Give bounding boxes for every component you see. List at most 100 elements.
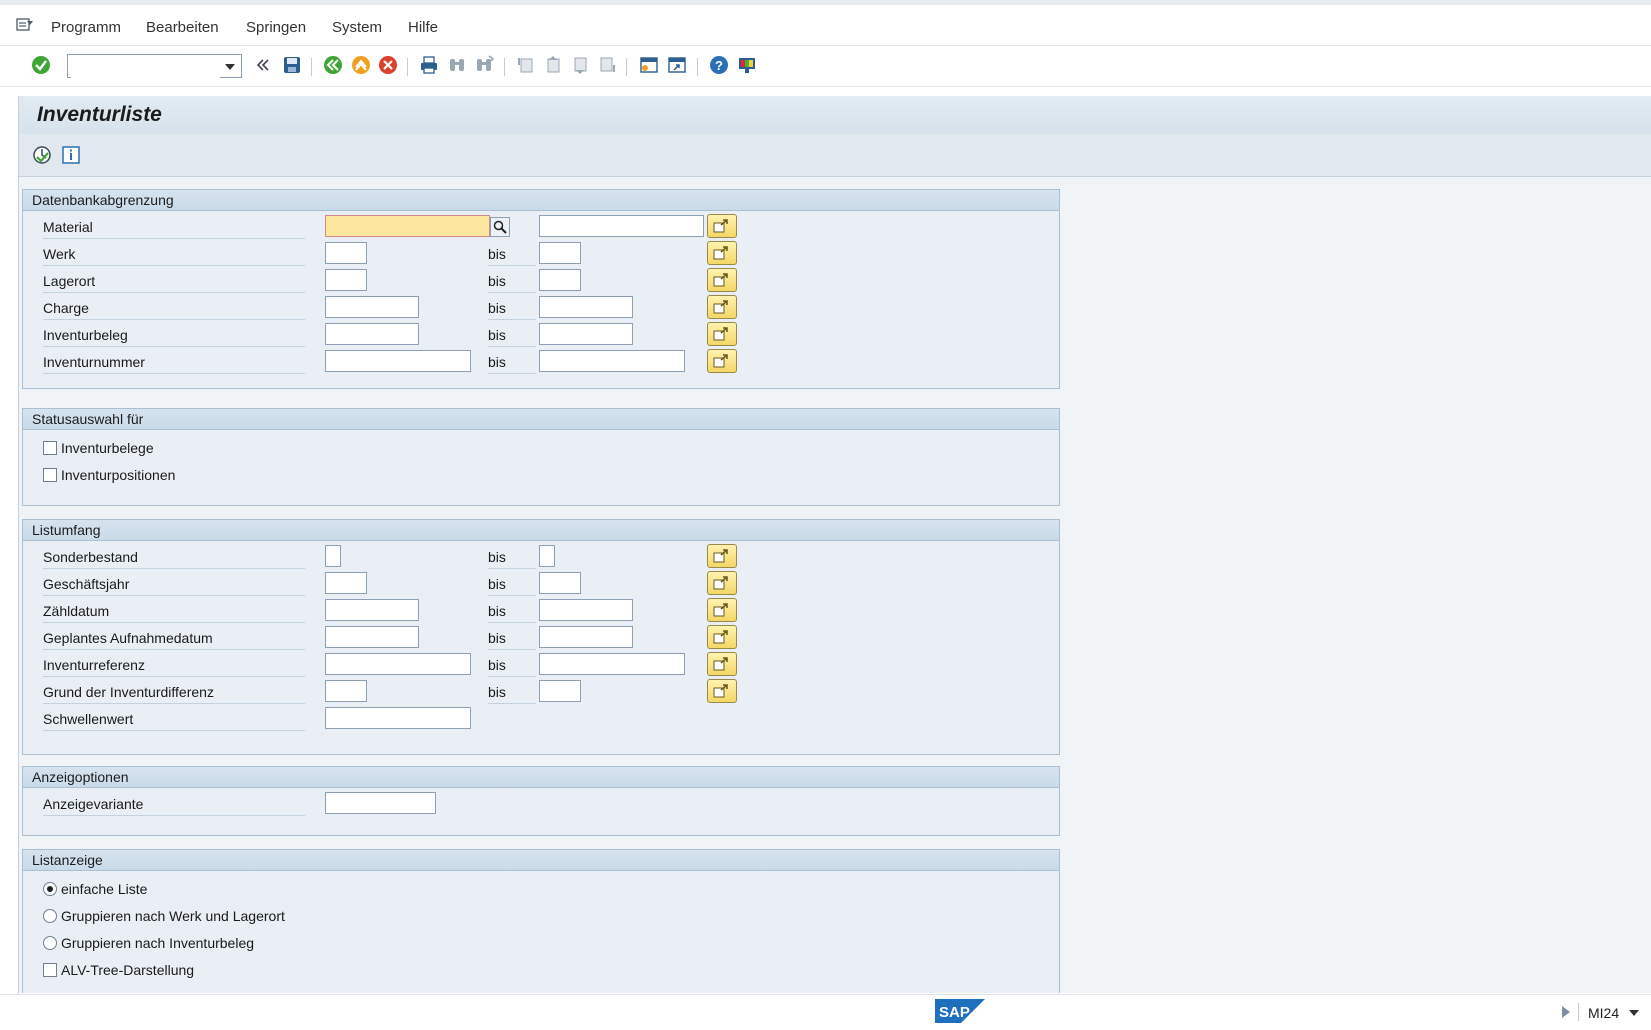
multiple-selection-icon [713,549,728,563]
inventurnummer-from-input[interactable] [325,350,471,372]
multiple-selection-icon [713,219,728,233]
inventurnummer-to-input[interactable] [539,350,685,372]
inventurreferenz-to-input[interactable] [539,653,685,675]
next-page-icon[interactable] [569,54,591,76]
enter-icon[interactable] [30,54,52,76]
multiple-selection-button[interactable] [707,652,737,676]
command-input[interactable] [71,56,220,78]
multiple-selection-icon [713,354,728,368]
exit-icon[interactable] [350,54,372,76]
field-label: Geschäftsjahr [43,573,305,596]
page-title: Inventurliste [37,103,162,126]
selection-screen: Datenbankabgrenzung Material Werk bis La… [18,177,1651,993]
anzeigevariante-input[interactable] [325,792,436,814]
group-header: Anzeigoptionen [23,767,1059,788]
print-icon[interactable] [418,54,440,76]
material-to-input[interactable] [539,215,704,237]
schwellenwert-input[interactable] [325,707,471,729]
bis-label: bis [488,270,536,293]
alv-tree-checkbox[interactable] [43,963,57,977]
shortcut-icon[interactable] [666,54,688,76]
multiple-selection-button[interactable] [707,214,737,238]
checkbox-label: Inventurbelege [61,440,154,456]
lagerort-to-input[interactable] [539,269,581,291]
zaehldatum-from-input[interactable] [325,599,419,621]
menu-hilfe[interactable]: Hilfe [408,19,438,36]
grund-from-input[interactable] [325,680,367,702]
material-from-input[interactable] [325,215,490,237]
multiple-selection-button[interactable] [707,322,737,346]
find-next-icon[interactable] [473,54,495,76]
customize-layout-icon[interactable] [736,54,758,76]
sonderbestand-from-input[interactable] [325,545,341,567]
multiple-selection-button[interactable] [707,295,737,319]
create-session-icon[interactable] [638,54,660,76]
bis-label: bis [488,681,536,704]
command-dropdown-icon[interactable] [225,64,235,70]
svg-text:?: ? [715,58,723,73]
field-label: Werk [43,243,305,266]
multiple-selection-button[interactable] [707,598,737,622]
row-sonderbestand: Sonderbestand bis [23,544,1059,570]
svg-text:SAP: SAP [939,1004,970,1021]
command-field[interactable] [67,54,242,78]
row-material: Material [23,214,1059,240]
geschaeftsjahr-from-input[interactable] [325,572,367,594]
charge-from-input[interactable] [325,296,419,318]
menu-springen[interactable]: Springen [246,19,306,36]
zaehldatum-to-input[interactable] [539,599,633,621]
multiple-selection-icon [713,630,728,644]
aufnahmedatum-to-input[interactable] [539,626,633,648]
first-page-icon[interactable] [515,54,537,76]
lagerort-from-input[interactable] [325,269,367,291]
grund-to-input[interactable] [539,680,581,702]
sonderbestand-to-input[interactable] [539,545,555,567]
multiple-selection-button[interactable] [707,544,737,568]
multiple-selection-button[interactable] [707,625,737,649]
row-grund-inventurdifferenz: Grund der Inventurdifferenz bis [23,679,1059,705]
last-page-icon[interactable] [596,54,618,76]
transaction-code[interactable]: MI24 [1588,1005,1619,1021]
aufnahmedatum-from-input[interactable] [325,626,419,648]
inventurbeleg-from-input[interactable] [325,323,419,345]
chevron-down-icon[interactable] [1629,1010,1639,1016]
einfache-liste-radio[interactable] [43,882,57,896]
group-listumfang: Listumfang Sonderbestand bis Geschäftsja… [22,519,1060,755]
find-icon[interactable] [446,54,468,76]
menu-programm[interactable]: Programm [51,19,121,36]
back-icon[interactable] [322,54,344,76]
multiple-selection-button[interactable] [707,241,737,265]
info-icon[interactable] [60,144,82,166]
expand-status-icon[interactable] [1562,1006,1570,1018]
group-header: Listanzeige [23,850,1059,871]
menu-system[interactable]: System [332,19,382,36]
menu-bearbeiten[interactable]: Bearbeiten [146,19,219,36]
search-help-icon[interactable] [490,217,510,237]
help-icon[interactable]: ? [708,54,730,76]
werk-from-input[interactable] [325,242,367,264]
field-label: Material [43,216,305,239]
multiple-selection-button[interactable] [707,268,737,292]
inventurreferenz-from-input[interactable] [325,653,471,675]
save-icon[interactable] [281,54,303,76]
gruppieren-werk-lagerort-radio[interactable] [43,909,57,923]
field-label: Schwellenwert [43,708,305,731]
field-label: Inventurbeleg [43,324,305,347]
inventurbelege-checkbox[interactable] [43,441,57,455]
field-label: Grund der Inventurdifferenz [43,681,305,704]
multiple-selection-button[interactable] [707,679,737,703]
inventurpositionen-checkbox[interactable] [43,468,57,482]
inventurbeleg-to-input[interactable] [539,323,633,345]
execute-icon[interactable] [31,144,53,166]
menu-icon[interactable] [16,17,34,33]
werk-to-input[interactable] [539,242,581,264]
multiple-selection-button[interactable] [707,571,737,595]
previous-page-icon[interactable] [542,54,564,76]
multiple-selection-icon [713,657,728,671]
collapse-icon[interactable] [252,54,274,76]
charge-to-input[interactable] [539,296,633,318]
cancel-icon[interactable] [377,54,399,76]
gruppieren-inventurbeleg-radio[interactable] [43,936,57,950]
multiple-selection-button[interactable] [707,349,737,373]
geschaeftsjahr-to-input[interactable] [539,572,581,594]
